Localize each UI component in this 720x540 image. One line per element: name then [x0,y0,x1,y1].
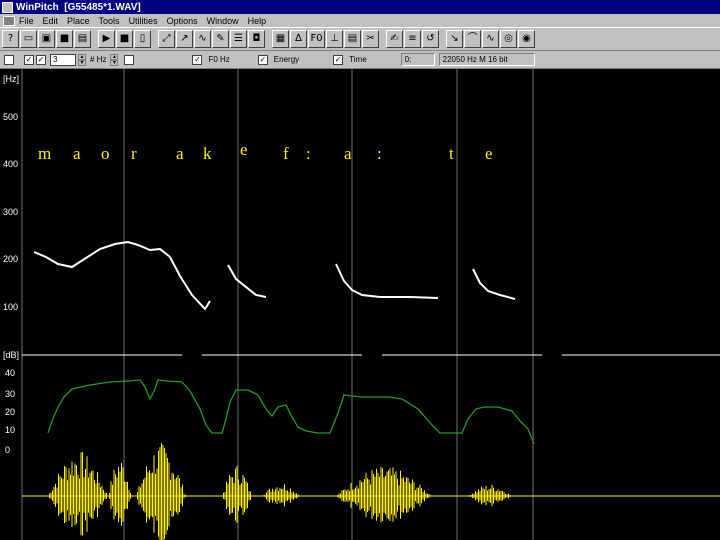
label-button[interactable]: ▤ [344,30,361,48]
open-button[interactable]: ▣ [38,30,55,48]
analysis-button[interactable]: ▦ [272,30,289,48]
checkbox-a[interactable] [4,54,14,65]
app-icon [2,1,13,13]
phone-a2: a [176,144,184,163]
energy-label: Energy [273,55,300,64]
speaker-button[interactable]: ◘ [248,30,265,48]
formant-button[interactable]: ∆ [290,30,307,48]
menu-place[interactable]: Place [67,16,90,26]
pitch-tick-200: 200 [3,254,18,264]
menu-window[interactable]: Window [207,16,239,26]
checkbox-d[interactable] [124,54,135,65]
checkbox-b[interactable]: ✓ [24,54,34,65]
intensity-tick-40: 40 [5,368,15,378]
phone-m: m [38,144,51,163]
mark-button[interactable]: ▯ [134,30,151,48]
hz-label: # Hz [90,55,107,64]
checkbox-c[interactable]: ✓ [36,54,46,65]
app-name: WinPitch [16,1,59,13]
intensity-tick-20: 20 [5,407,15,417]
intensity-tick-10: 10 [5,425,15,435]
phone-a3: a [344,144,352,163]
save-button[interactable]: ■ [56,30,73,48]
phone-a: a [73,144,81,163]
file-name: [G55485*1.WAV] [64,1,141,13]
zoom-button[interactable]: ⤢ [158,30,175,48]
new-button[interactable]: ▭ [20,30,37,48]
intensity-tick-30: 30 [5,389,15,399]
pitch-tick-100: 100 [3,302,18,312]
wave-button[interactable]: ∿ [482,30,499,48]
phone-colon: : [306,144,311,163]
status-time: 0: [400,53,435,66]
help-button[interactable]: ? [2,30,19,48]
checkbox-energy[interactable]: ✓ [257,54,268,65]
print-button[interactable]: ▤ [74,30,91,48]
menu-options[interactable]: Options [167,16,198,26]
menu-file[interactable]: File [19,16,34,26]
spin-buttons[interactable]: ▲ ▼ [78,53,86,66]
pitch-tick-300: 300 [3,207,18,217]
checkbox-f0[interactable]: ✓ [192,54,203,65]
intensity-tick-0: 0 [5,445,10,455]
segment-button[interactable]: ⊥ [326,30,343,48]
pitch-tick-500: 500 [3,112,18,122]
filter-button[interactable]: ◎ [500,30,517,48]
phone-o: o [101,144,110,163]
pitch-unit: [Hz] [3,74,19,84]
pitch-button[interactable]: ↗ [176,30,193,48]
title-bar: WinPitch [G55485*1.WAV] [0,0,720,14]
phone-e: e [240,140,248,159]
menu-help[interactable]: Help [248,16,267,26]
f0-label: F0 Hz [208,55,230,64]
synth-button[interactable]: ⌒ [464,30,481,48]
align-button[interactable]: ≡ [404,30,421,48]
plot-background [0,69,720,540]
phone-k: k [203,144,212,163]
stop-button[interactable]: ■ [116,30,133,48]
analysis-plot[interactable]: [Hz] 500 400 300 200 100 [dB] 40 30 20 1… [0,69,720,540]
loop-button[interactable]: ↺ [422,30,439,48]
menu-tools[interactable]: Tools [99,16,120,26]
menu-utilities[interactable]: Utilities [129,16,158,26]
phone-colon2: : [377,144,382,163]
phone-t: t [449,144,454,163]
status-format: 22050 Hz M 16 bit [438,53,535,66]
edit-button[interactable]: ✎ [212,30,229,48]
pitch-tick-400: 400 [3,159,18,169]
phone-r: r [131,144,137,163]
menu-edit[interactable]: Edit [43,16,59,26]
spectrum-button[interactable]: ☰ [230,30,247,48]
options-bar: ✓ ✓ 3 ▲ ▼ # Hz ▲ ▼ ✓ F0 Hz ✓ Energy ✓ Time… [0,51,720,69]
spin-input[interactable]: 3 [50,53,76,66]
contour-button[interactable]: ∿ [194,30,211,48]
menu-bar: File Edit Place Tools Utilities Options … [0,14,720,27]
color-button[interactable]: ◉ [518,30,535,48]
phone-f: f [283,144,289,163]
play-button[interactable]: ▶ [98,30,115,48]
phone-e2: e [485,144,493,163]
system-menu-icon[interactable] [3,15,15,26]
checkbox-time[interactable]: ✓ [333,54,344,65]
time-label: Time [349,55,367,64]
intensity-unit: [dB] [3,350,19,360]
cut-button[interactable]: ✂ [362,30,379,48]
measure-button[interactable]: ↘ [446,30,463,48]
toolbar: ? ▭ ▣ ■ ▤ ▶ ■ ▯ ⤢ ↗ ∿ ✎ ☰ ◘ ▦ ∆ F0 ⊥ ▤ ✂ ✍ ≡ ↺ ↘ ⌒ ∿ ◎ ◉ [0,27,720,51]
f0-button[interactable]: F0 [308,30,325,48]
transcribe-button[interactable]: ✍ [386,30,403,48]
hz-spin-buttons[interactable]: ▲ ▼ [110,53,119,66]
